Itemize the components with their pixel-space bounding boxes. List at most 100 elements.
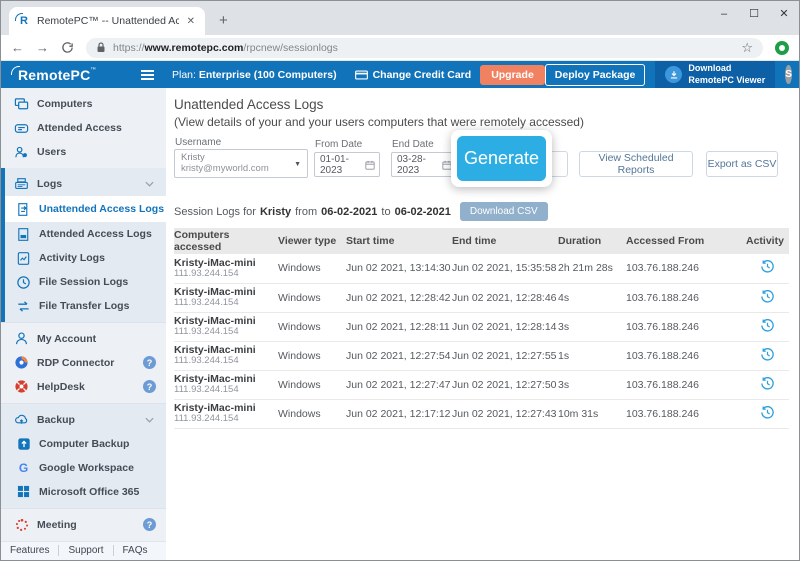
browser-extension-icon[interactable] (775, 41, 789, 55)
remotepc-logo[interactable]: RemotePC™ (11, 67, 96, 83)
tab-close-icon[interactable]: ✕ (185, 16, 197, 27)
footer-link-features[interactable]: Features (1, 545, 58, 556)
window-minimize-button[interactable]: – (709, 1, 739, 29)
change-credit-card-link[interactable]: Change Credit Card (355, 69, 472, 81)
session-summary: Session Logs for Kristy from 06-02-2021 … (174, 202, 789, 221)
sidebar-item-users[interactable]: Users (1, 140, 166, 164)
col-end-time: End time (452, 228, 558, 254)
download-csv-button[interactable]: Download CSV (460, 202, 548, 221)
browser-window: R RemotePC™ -- Unattended Acce ✕ + – ☐ ✕… (0, 0, 800, 561)
activity-history-icon[interactable] (746, 283, 789, 312)
url-protocol: https:// (113, 42, 145, 54)
sidebar-item-attended-access-logs[interactable]: Attended Access Logs (5, 222, 166, 246)
google-workspace-icon: G (16, 460, 31, 475)
sidebar-item-meeting[interactable]: Meeting ? (1, 513, 166, 537)
footer-link-faqs[interactable]: FAQs (114, 545, 157, 556)
users-icon (14, 145, 29, 160)
deploy-package-button[interactable]: Deploy Package (545, 64, 646, 86)
from-date-label: From Date (315, 139, 362, 150)
table-row: Kristy-iMac-mini111.93.244.154 Windows J… (174, 254, 789, 283)
page-subtitle: (View details of your and your users com… (174, 115, 789, 129)
unattended-access-logs-icon (16, 202, 31, 217)
activity-history-icon[interactable] (746, 399, 789, 428)
help-icon[interactable]: ? (143, 380, 156, 393)
chevron-down-icon (145, 181, 154, 187)
activity-history-icon[interactable] (746, 312, 789, 341)
new-tab-button[interactable]: + (219, 12, 228, 29)
sidebar-item-my-account[interactable]: My Account (1, 327, 166, 351)
chevron-down-icon (145, 417, 154, 423)
tab-title: RemotePC™ -- Unattended Acce (37, 15, 179, 27)
sidebar-item-google-workspace[interactable]: G Google Workspace (5, 456, 166, 480)
end-date-input[interactable]: 03-28-2023 (391, 152, 457, 177)
col-duration: Duration (558, 228, 626, 254)
username-select[interactable]: Kristy kristy@myworld.com ▼ (174, 149, 308, 178)
sidebar-item-helpdesk[interactable]: HelpDesk ? (1, 375, 166, 399)
user-avatar[interactable]: S (785, 65, 792, 84)
file-transfer-logs-icon (16, 299, 31, 314)
computer-backup-icon (16, 436, 31, 451)
col-activity: Activity (746, 228, 789, 254)
help-icon[interactable]: ? (143, 518, 156, 531)
view-scheduled-reports-button[interactable]: View Scheduled Reports (579, 151, 693, 177)
meeting-icon (14, 517, 29, 532)
table-row: Kristy-iMac-mini111.93.244.154 Windows J… (174, 370, 789, 399)
generate-button[interactable]: Generate (457, 136, 546, 181)
back-icon[interactable]: ← (11, 41, 24, 54)
credit-card-icon (355, 70, 368, 80)
url-domain: www.remotepc.com (145, 42, 244, 54)
footer-link-support[interactable]: Support (59, 545, 112, 556)
upgrade-button[interactable]: Upgrade (480, 65, 545, 85)
sidebar-section-logs: Logs Unattended Access Logs Attended Acc… (1, 168, 166, 322)
sidebar-item-attended-access[interactable]: Attended Access (1, 116, 166, 140)
sidebar-item-computer-backup[interactable]: Computer Backup (5, 432, 166, 456)
logo-zone: RemotePC™ (1, 67, 164, 83)
sidebar-item-backup[interactable]: Backup (5, 408, 166, 432)
col-start-time: Start time (346, 228, 452, 254)
file-session-logs-icon (16, 275, 31, 290)
activity-history-icon[interactable] (746, 254, 789, 283)
sidebar-item-logs[interactable]: Logs (5, 172, 166, 196)
help-icon[interactable]: ? (143, 356, 156, 369)
browser-addressbar: ← → https://www.remotepc.com/rpcnew/sess… (1, 35, 799, 61)
window-maximize-button[interactable]: ☐ (739, 1, 769, 29)
generate-callout: Generate (451, 130, 552, 187)
sidebar-item-microsoft-office-365[interactable]: Microsoft Office 365 (5, 480, 166, 504)
forward-icon[interactable]: → (36, 41, 49, 54)
reload-icon[interactable] (61, 41, 74, 54)
username-label: Username (175, 137, 221, 148)
download-viewer-button[interactable]: DownloadRemotePC Viewer (655, 61, 775, 88)
export-as-csv-button[interactable]: Export as CSV (706, 151, 778, 177)
remotepc-favicon: R (17, 14, 31, 28)
sidebar-item-file-session-logs[interactable]: File Session Logs (5, 270, 166, 294)
download-icon (665, 66, 682, 83)
filters-bar: Username From Date End Date Kristy krist… (174, 137, 789, 187)
attended-access-icon (14, 121, 29, 136)
backup-cloud-icon (14, 412, 29, 427)
table-header-row: Computers accessed Viewer type Start tim… (174, 228, 789, 254)
sidebar-item-rdp-connector[interactable]: RDP Connector ? (1, 351, 166, 375)
computers-icon (14, 97, 29, 112)
session-logs-table: Computers accessed Viewer type Start tim… (174, 228, 789, 429)
col-viewer-type: Viewer type (278, 228, 346, 254)
window-close-button[interactable]: ✕ (769, 1, 799, 29)
sidebar-section-account: My Account RDP Connector ? HelpDesk ? (1, 323, 166, 403)
attended-access-logs-icon (16, 227, 31, 242)
activity-history-icon[interactable] (746, 341, 789, 370)
col-accessed-from: Accessed From (626, 228, 746, 254)
table-row: Kristy-iMac-mini111.93.244.154 Windows J… (174, 399, 789, 428)
sidebar-item-activity-logs[interactable]: Activity Logs (5, 246, 166, 270)
url-field[interactable]: https://www.remotepc.com/rpcnew/sessionl… (86, 38, 763, 58)
sidebar-item-file-transfer-logs[interactable]: File Transfer Logs (5, 294, 166, 318)
hamburger-menu-icon[interactable] (141, 70, 154, 80)
helpdesk-icon (14, 379, 29, 394)
activity-history-icon[interactable] (746, 370, 789, 399)
sidebar-item-computers[interactable]: Computers (1, 92, 166, 116)
rdp-connector-icon (14, 355, 29, 370)
from-date-input[interactable]: 01-01-2023 (314, 152, 380, 177)
lock-icon (96, 42, 106, 53)
sidebar-footer: Features Support FAQs (1, 541, 166, 560)
sidebar-item-unattended-access-logs[interactable]: Unattended Access Logs (5, 196, 166, 222)
bookmark-star-icon[interactable]: ☆ (741, 40, 753, 56)
browser-tab[interactable]: R RemotePC™ -- Unattended Acce ✕ (9, 7, 205, 35)
